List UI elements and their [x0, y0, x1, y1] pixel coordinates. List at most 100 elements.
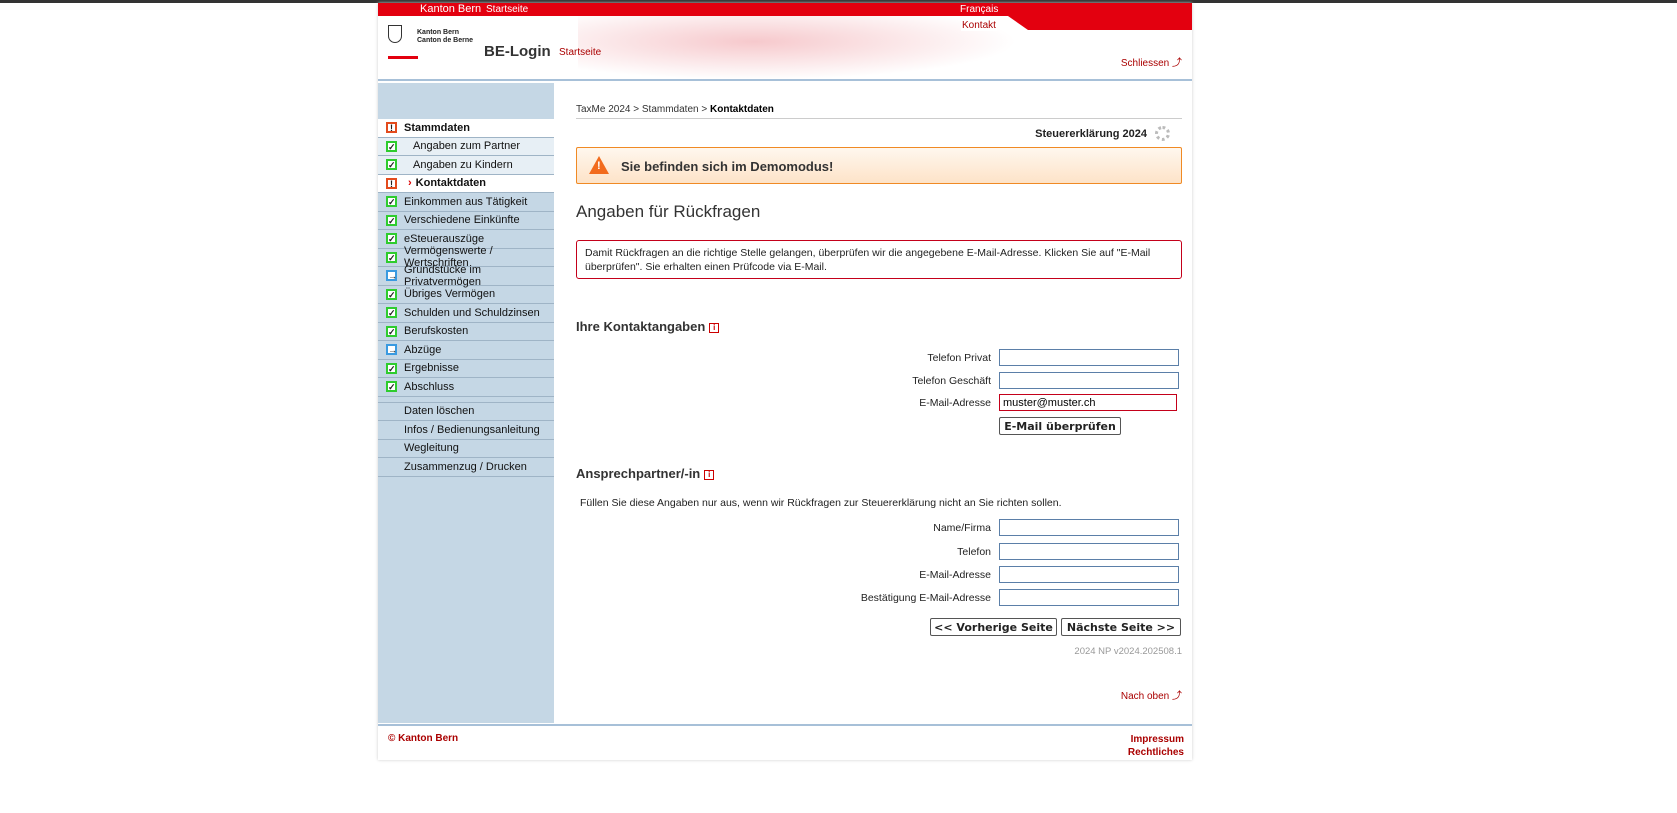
tax-year-label: Steuererklärung 2024	[1035, 128, 1147, 140]
header-divider	[378, 79, 1192, 81]
sidebar-item-übriges-vermögen[interactable]: ✓ Übriges Vermögen	[378, 286, 554, 304]
phone-private-input[interactable]	[999, 349, 1179, 366]
logo-text-de: Kanton Bern	[417, 29, 459, 36]
partner-phone-label: Telefon	[957, 545, 991, 558]
bern-crest-icon	[388, 25, 402, 43]
sidebar-item-abzüge[interactable]: → Abzüge	[378, 341, 554, 360]
partner-email-row: E-Mail-Adresse	[776, 566, 1179, 583]
arrow-status-icon: →	[386, 344, 397, 356]
check-status-icon: ✓	[386, 288, 397, 300]
verify-email-button[interactable]: E-Mail überprüfen	[999, 417, 1121, 435]
warning-status-icon: !	[386, 122, 397, 134]
partner-note: Füllen Sie diese Angaben nur aus, wenn w…	[580, 497, 1062, 509]
partner-email-confirm-input[interactable]	[999, 589, 1179, 606]
warning-icon: !	[589, 156, 609, 174]
sidebar-item-label: Übriges Vermögen	[404, 288, 496, 301]
back-to-top-link[interactable]: Nach oben ⤴	[1121, 687, 1182, 702]
info-icon[interactable]: i	[709, 323, 720, 333]
partner-phone-row: Telefon	[776, 543, 1179, 560]
sidebar-item-label: Stammdaten	[404, 121, 471, 134]
sidebar-item-label: eSteuerauszüge	[404, 232, 485, 245]
current-chevron-icon: ›	[408, 177, 412, 190]
sidebar-item-abschluss[interactable]: ✓ Abschluss	[378, 378, 554, 397]
sidebar-item-label: Kontaktdaten	[415, 177, 486, 190]
sidebar-tool-item[interactable]: Infos / Bedienungsanleitung	[378, 421, 554, 440]
app-title: BE-Login	[484, 43, 551, 60]
kontakt-link[interactable]: Kontakt	[961, 20, 997, 31]
kanton-link[interactable]: Kanton Bern	[420, 3, 481, 16]
page-title: Angaben für Rückfragen	[576, 202, 761, 221]
check-status-icon: ✓	[386, 381, 397, 393]
app-start-link[interactable]: Startseite	[559, 47, 601, 58]
check-status-icon: ✓	[386, 307, 397, 319]
version-label: 2024 NP v2024.202508.1	[1074, 646, 1182, 657]
contact-heading-text: Ihre Kontaktangaben	[576, 319, 706, 334]
sidebar-tool-item[interactable]: Wegleitung	[378, 440, 554, 458]
info-icon[interactable]: i	[704, 470, 715, 480]
startseite-link[interactable]: Startseite	[486, 3, 528, 16]
partner-name-input[interactable]	[999, 519, 1179, 536]
language-link[interactable]: Français	[960, 3, 998, 16]
email-label: E-Mail-Adresse	[919, 396, 991, 409]
partner-email-confirm-label: Bestätigung E-Mail-Adresse	[860, 591, 991, 604]
sidebar-item-angaben-zum-partner[interactable]: ✓ Angaben zum Partner	[378, 137, 554, 156]
partner-phone-input[interactable]	[999, 543, 1179, 560]
sidebar-item-angaben-zu-kindern[interactable]: ✓ Angaben zu Kindern	[378, 156, 554, 175]
sidebar-item-label: Abzüge	[404, 343, 442, 356]
sidebar-item-verschiedene-einkünfte[interactable]: ✓ Verschiedene Einkünfte	[378, 212, 554, 230]
sidebar-item-schulden-und-schuldzinsen[interactable]: ✓ Schulden und Schuldzinsen	[378, 304, 554, 323]
phone-business-input[interactable]	[999, 372, 1179, 389]
page: Kanton Bern Startseite Français Kontakt …	[378, 3, 1192, 760]
logo-text-fr: Canton de Berne	[417, 37, 474, 44]
sidebar-item-einkommen-aus-tätigkeit[interactable]: ✓ Einkommen aus Tätigkeit	[378, 193, 554, 212]
check-status-icon: ✓	[386, 196, 397, 208]
phone-business-row: Telefon Geschäft	[776, 372, 1179, 389]
top-bar: Kanton Bern Startseite Français	[378, 3, 1192, 16]
logo-text: Kanton Bern Canton de Berne	[417, 29, 473, 45]
check-status-icon: ✓	[386, 362, 397, 374]
next-page-button[interactable]: Nächste Seite >>	[1061, 618, 1181, 636]
check-status-icon: ✓	[386, 325, 397, 337]
email-alert: Damit Rückfragen an die richtige Stelle …	[576, 240, 1182, 279]
red-tab-decoration	[1008, 16, 1192, 30]
check-status-icon: ✓	[386, 251, 397, 263]
legal-link[interactable]: Rechtliches	[1128, 746, 1184, 759]
footer-links: Impressum Rechtliches	[1128, 733, 1184, 759]
email-row: E-Mail-Adresse	[776, 394, 1179, 411]
sidebar-item-stammdaten[interactable]: ! Stammdaten	[378, 119, 554, 138]
contact-heading: Ihre Kontaktangaben i	[576, 319, 720, 334]
impressum-link[interactable]: Impressum	[1128, 733, 1184, 746]
phone-private-label: Telefon Privat	[927, 351, 991, 364]
partner-name-row: Name/Firma	[776, 519, 1179, 536]
sidebar-item-label: Schulden und Schuldzinsen	[404, 306, 540, 319]
sidebar-item-grundstücke-im-privatvermögen[interactable]: → Grundstücke im Privatvermögen	[378, 263, 554, 288]
loading-spinner-icon	[1155, 126, 1170, 141]
sidebar-item-label: Angaben zum Partner	[413, 140, 521, 153]
close-link[interactable]: Schliessen ⤴	[1121, 54, 1182, 69]
partner-email-confirm-row: Bestätigung E-Mail-Adresse	[776, 589, 1179, 606]
sidebar-item-label: Berufskosten	[404, 325, 469, 338]
sidebar-tool-item[interactable]: Daten löschen	[378, 403, 554, 421]
sidebar-item-kontaktdaten[interactable]: ! › Kontaktdaten	[378, 174, 554, 193]
warning-status-icon: !	[386, 177, 397, 189]
breadcrumb-current: Kontaktdaten	[710, 104, 774, 115]
sidebar-item-berufskosten[interactable]: ✓ Berufskosten	[378, 323, 554, 341]
breadcrumb-taxme[interactable]: TaxMe 2024	[576, 104, 630, 115]
partner-email-input[interactable]	[999, 566, 1179, 583]
check-status-icon: ✓	[386, 159, 397, 171]
copyright: © Kanton Bern	[388, 733, 459, 744]
breadcrumb: TaxMe 2024 > Stammdaten > Kontaktdaten	[576, 104, 1182, 119]
check-status-icon: ✓	[386, 140, 397, 152]
sidebar-item-label: Grundstücke im Privatvermögen	[404, 263, 482, 288]
demo-text: Sie befinden sich im Demomodus!	[621, 159, 834, 174]
email-input[interactable]	[999, 394, 1177, 411]
sidebar-item-ergebnisse[interactable]: ✓ Ergebnisse	[378, 360, 554, 378]
partner-heading: Ansprechpartner/-in i	[576, 466, 715, 481]
sidebar-item-label: Verschiedene Einkünfte	[404, 214, 520, 227]
sidebar: ! Stammdaten ✓ Angaben zum Partner ✓ Angaben …	[378, 83, 554, 723]
partner-name-label: Name/Firma	[933, 521, 991, 534]
previous-page-button[interactable]: << Vorherige Seite	[930, 618, 1057, 636]
breadcrumb-stammdaten[interactable]: Stammdaten	[642, 104, 699, 115]
sidebar-tool-item[interactable]: Zusammenzug / Drucken	[378, 458, 554, 477]
check-status-icon: ✓	[386, 214, 397, 226]
